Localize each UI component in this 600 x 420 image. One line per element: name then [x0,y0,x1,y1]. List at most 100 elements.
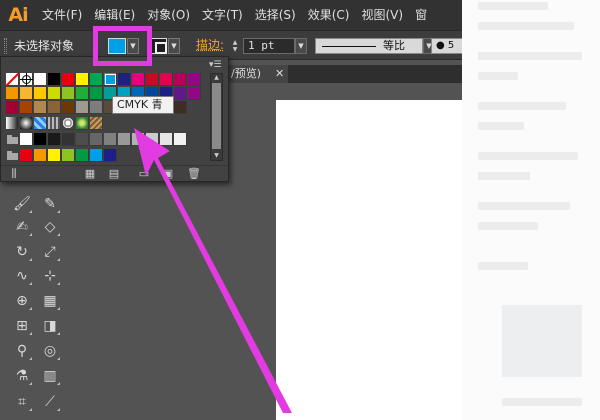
shape-builder-tool-icon[interactable]: ⊕ [12,291,32,311]
swatch-pattern[interactable] [34,117,47,130]
swatch[interactable] [34,133,47,146]
swatch[interactable] [90,133,103,146]
swatch-gradient[interactable] [20,117,33,130]
swatch[interactable] [174,73,187,86]
scroll-down-icon[interactable]: ▼ [212,152,221,160]
perspective-grid-tool-icon[interactable]: ▦ [40,291,60,311]
panel-menu-icon[interactable]: ▾☰ [209,60,223,70]
swatch-black[interactable] [48,73,61,86]
swatch[interactable] [76,87,89,100]
swatch[interactable] [188,87,201,100]
eraser-tool-icon[interactable]: ◇ [40,217,60,237]
swatch-scrollbar[interactable]: ▲ ▼ [210,73,223,161]
swatch[interactable] [48,87,61,100]
menu-view[interactable]: 视图(V) [355,0,409,30]
swatch[interactable] [20,133,33,146]
swatch[interactable] [20,87,33,100]
blend-tool-icon[interactable]: ◎ [40,341,60,361]
stroke-weight-input[interactable]: 1 pt [243,38,295,54]
blob-brush-tool-icon[interactable]: ✍ [12,217,32,237]
menu-file[interactable]: 文件(F) [36,0,88,30]
menu-effect[interactable]: 效果(C) [302,0,356,30]
variable-width-profile[interactable]: 等比 [315,38,423,54]
swatch[interactable] [6,101,19,114]
swatch[interactable] [146,133,159,146]
column-graph-tool-icon[interactable]: ▥ [40,366,60,386]
swatch[interactable] [76,73,89,86]
brush-definition[interactable]: ● 5 [431,38,462,54]
swatch[interactable] [34,101,47,114]
swatch[interactable] [48,149,61,162]
artboard-tool-icon[interactable]: ⌗ [12,392,32,412]
free-transform-tool-icon[interactable]: ⊹ [40,266,60,286]
swatch[interactable] [104,149,117,162]
swatch[interactable] [90,73,103,86]
swatch-registration[interactable] [20,73,33,86]
swatch[interactable] [76,133,89,146]
swatch[interactable] [132,133,145,146]
swatch[interactable] [146,73,159,86]
swatch[interactable] [160,73,173,86]
eyedropper-tool-icon[interactable]: ⚲ [12,341,32,361]
warp-tool-icon[interactable]: ∿ [12,266,32,286]
swatch[interactable] [62,73,75,86]
swatch-libraries-icon[interactable]: ⫼ [7,167,21,181]
show-swatch-kinds-icon[interactable]: ▦ [83,167,97,181]
panel-grip-icon[interactable] [4,38,7,54]
symbol-sprayer-tool-icon[interactable]: ⚗ [12,366,32,386]
swatch[interactable] [20,149,33,162]
artboard[interactable] [276,100,462,420]
swatch[interactable] [118,73,131,86]
swatch[interactable] [104,133,117,146]
slice-tool-icon[interactable]: ⟋ [40,392,60,412]
menu-type[interactable]: 文字(T) [196,0,249,30]
swatch-white[interactable] [34,73,47,86]
scale-tool-icon[interactable]: ⤢ [40,242,60,262]
document-tab[interactable]: /预览) ✕ [228,65,288,83]
swatch-gradient[interactable] [6,117,19,130]
swatch[interactable] [188,73,201,86]
scroll-thumb[interactable] [212,83,221,149]
swatch-none[interactable] [6,73,19,86]
stroke-weight-spinner-icon[interactable]: ▲ ▼ [230,39,240,53]
mesh-tool-icon[interactable]: ⊞ [12,316,32,336]
swatch[interactable] [160,133,173,146]
pencil-tool-icon[interactable]: ✎ [40,194,60,214]
swatch[interactable] [76,101,89,114]
swatch-pattern[interactable] [90,117,103,130]
swatch-options-icon[interactable]: ▤ [107,167,121,181]
swatch[interactable] [62,149,75,162]
swatch-pattern[interactable] [48,117,61,130]
swatch[interactable] [132,73,145,86]
swatch[interactable] [62,87,75,100]
swatch-group-folder-icon[interactable] [6,135,19,145]
swatch[interactable] [34,149,47,162]
close-icon[interactable]: ✕ [275,65,284,83]
swatch[interactable] [118,133,131,146]
swatch-pattern[interactable] [62,117,75,130]
swatch[interactable] [48,101,61,114]
swatch[interactable] [20,101,33,114]
swatch[interactable] [174,87,187,100]
swatch[interactable] [62,133,75,146]
gradient-tool-icon[interactable]: ◨ [40,316,60,336]
swatch[interactable] [76,149,89,162]
swatch[interactable] [174,133,187,146]
menu-select[interactable]: 选择(S) [249,0,302,30]
swatch-cmyk-cyan[interactable] [104,73,117,86]
swatch[interactable] [48,133,61,146]
swatch[interactable] [62,101,75,114]
swatch[interactable] [34,87,47,100]
new-swatch-icon[interactable]: ▣ [161,167,175,181]
scroll-up-icon[interactable]: ▲ [212,74,221,82]
trash-icon[interactable]: 🗑 [187,167,201,181]
swatch[interactable] [90,101,103,114]
rotate-tool-icon[interactable]: ↻ [12,242,32,262]
swatch-group-folder-icon[interactable] [6,151,19,161]
swatch[interactable] [90,149,103,162]
swatch[interactable] [6,87,19,100]
menu-window[interactable]: 窗 [409,0,433,30]
stroke-dropdown-arrow-icon[interactable]: ▼ [168,38,180,54]
swatch-pattern[interactable] [76,117,89,130]
new-color-group-icon[interactable]: ▭ [137,167,151,181]
